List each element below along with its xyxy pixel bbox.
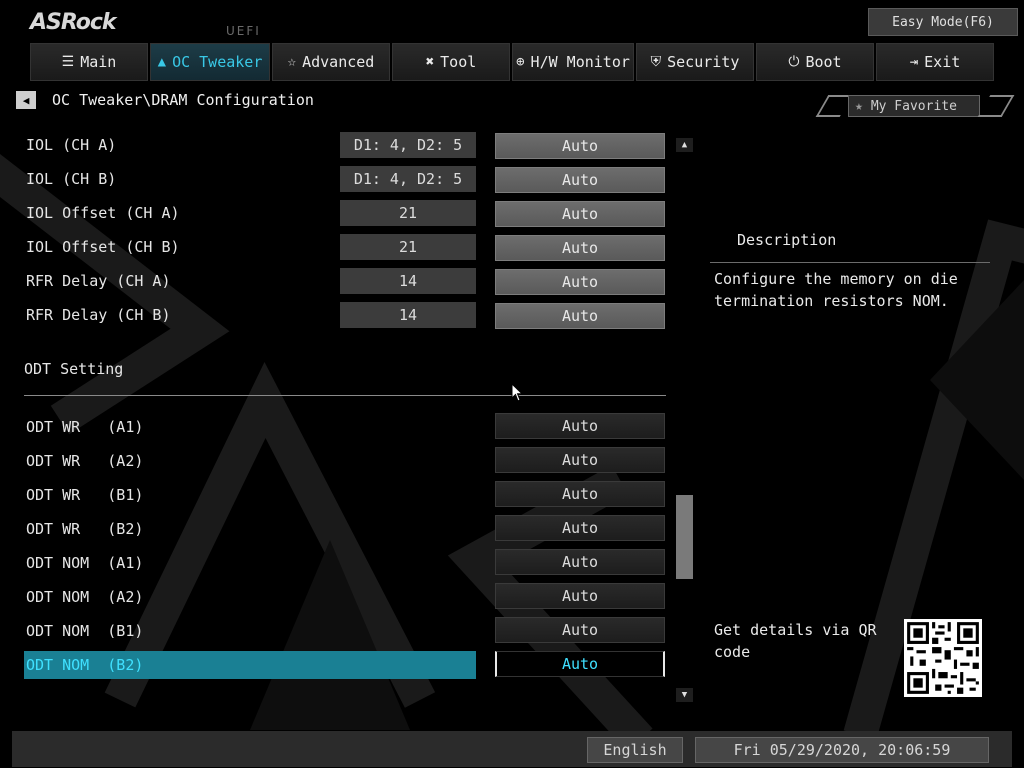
- setting-row-odt-wr-b2[interactable]: ODT WR (B2): [24, 515, 476, 543]
- tab-advanced[interactable]: ☆ Advanced: [272, 43, 390, 81]
- setting-label: IOL (CH A): [26, 136, 117, 154]
- description-text: Configure the memory on die termination …: [714, 270, 958, 310]
- favorite-label: My Favorite: [870, 98, 957, 114]
- tab-exit-label: Exit: [924, 53, 961, 71]
- breadcrumb-path: OC Tweaker\DRAM Configuration: [52, 91, 314, 109]
- setting-label: ODT NOM (B2): [26, 656, 144, 674]
- qr-caption: Get details via QR code: [714, 621, 877, 661]
- description-divider: [710, 262, 990, 263]
- tools-icon: ✖: [425, 54, 435, 70]
- setting-row-odt-nom-a1[interactable]: ODT NOM (A1): [24, 549, 476, 577]
- back-arrow-icon: ◀: [22, 93, 30, 107]
- value-selector[interactable]: Auto: [495, 617, 665, 643]
- setting-row-odt-nom-b2[interactable]: ODT NOM (B2): [24, 651, 476, 679]
- favorite-box: ★ My Favorite: [848, 95, 980, 117]
- setting-label: ODT WR (B1): [26, 486, 144, 504]
- setting-row-odt-nom-b1[interactable]: ODT NOM (B1): [24, 617, 476, 645]
- tab-security[interactable]: ⛨ Security: [636, 43, 754, 81]
- setting-label: ODT WR (A2): [26, 452, 144, 470]
- value-selector[interactable]: Auto: [495, 583, 665, 609]
- setting-label: ODT WR (B2): [26, 520, 144, 538]
- scroll-down-button[interactable]: ▼: [676, 688, 693, 702]
- triangle-up-icon: ▲: [681, 140, 688, 150]
- section-title-odt-setting: ODT Setting: [24, 360, 124, 378]
- tab-hw-monitor[interactable]: ⊕ H/W Monitor: [512, 43, 634, 81]
- setting-label: ODT WR (A1): [26, 418, 144, 436]
- triangle-down-icon: ▼: [681, 690, 688, 700]
- monitor-icon: ⊕: [516, 54, 525, 70]
- scrollbar-thumb[interactable]: [676, 495, 693, 579]
- uefi-label: UEFI: [226, 24, 261, 38]
- star-arrow-icon: ☆: [287, 54, 297, 70]
- current-value: 14: [340, 268, 476, 294]
- language-selector[interactable]: English: [587, 737, 683, 763]
- settings-scrollbar[interactable]: ▲ ▼: [676, 138, 694, 702]
- mouse-cursor-icon: [511, 383, 523, 402]
- favorite-right-frame: [977, 95, 1015, 117]
- star-icon: ★: [855, 98, 863, 114]
- value-selector-selected[interactable]: Auto: [495, 651, 665, 677]
- tab-oc-tweaker[interactable]: ▲ OC Tweaker: [150, 43, 270, 81]
- tab-advanced-label: Advanced: [302, 53, 375, 71]
- exit-icon: ⇥: [909, 54, 919, 70]
- value-selector[interactable]: Auto: [495, 515, 665, 541]
- setting-label: RFR Delay (CH A): [26, 272, 171, 290]
- tab-boot-label: Boot: [805, 53, 842, 71]
- value-selector[interactable]: Auto: [495, 303, 665, 329]
- easy-mode-button[interactable]: Easy Mode(F6): [868, 8, 1018, 36]
- setting-label: ODT NOM (A1): [26, 554, 144, 572]
- setting-label: IOL (CH B): [26, 170, 117, 188]
- setting-label: ODT NOM (B1): [26, 622, 144, 640]
- setting-label: IOL Offset (CH A): [26, 204, 180, 222]
- setting-row-odt-wr-a2[interactable]: ODT WR (A2): [24, 447, 476, 475]
- value-selector[interactable]: Auto: [495, 269, 665, 295]
- setting-row-odt-wr-b1[interactable]: ODT WR (B1): [24, 481, 476, 509]
- tab-exit[interactable]: ⇥ Exit: [876, 43, 994, 81]
- setting-label: ODT NOM (A2): [26, 588, 144, 606]
- value-selector[interactable]: Auto: [495, 481, 665, 507]
- tab-hw-monitor-label: H/W Monitor: [530, 53, 630, 71]
- setting-row-odt-nom-a2[interactable]: ODT NOM (A2): [24, 583, 476, 611]
- my-favorite-button[interactable]: ★ My Favorite: [815, 91, 1015, 125]
- current-value: 14: [340, 302, 476, 328]
- current-value: D1: 4, D2: 5: [340, 166, 476, 192]
- setting-row-odt-wr-a1[interactable]: ODT WR (A1): [24, 413, 476, 441]
- value-selector[interactable]: Auto: [495, 549, 665, 575]
- value-selector[interactable]: Auto: [495, 413, 665, 439]
- setting-label: RFR Delay (CH B): [26, 306, 171, 324]
- setting-label: IOL Offset (CH B): [26, 238, 180, 256]
- asrock-logo: ASRock: [30, 10, 117, 35]
- section-divider: [24, 395, 666, 396]
- tab-main-label: Main: [80, 53, 117, 71]
- value-selector[interactable]: Auto: [495, 201, 665, 227]
- shield-icon: ⛨: [650, 54, 662, 70]
- breadcrumb: ◀ OC Tweaker\DRAM Configuration: [16, 91, 314, 109]
- scroll-up-button[interactable]: ▲: [676, 138, 693, 152]
- qr-code-image: [904, 619, 982, 697]
- main-tab-bar: ☰ Main ▲ OC Tweaker ☆ Advanced ✖ Tool ⊕ …: [30, 43, 994, 81]
- value-selector[interactable]: Auto: [495, 447, 665, 473]
- datetime-display: Fri 05/29/2020, 20:06:59: [695, 737, 989, 763]
- back-button[interactable]: ◀: [16, 91, 36, 109]
- tab-tool-label: Tool: [440, 53, 477, 71]
- list-icon: ☰: [61, 54, 75, 70]
- tab-security-label: Security: [667, 53, 740, 71]
- tab-tool[interactable]: ✖ Tool: [392, 43, 510, 81]
- description-title: Description: [737, 231, 837, 249]
- current-value: 21: [340, 234, 476, 260]
- tab-boot[interactable]: ⏻ Boot: [756, 43, 874, 81]
- value-selector[interactable]: Auto: [495, 167, 665, 193]
- value-selector[interactable]: Auto: [495, 133, 665, 159]
- favorite-left-frame: [815, 95, 853, 117]
- rocket-icon: ▲: [157, 54, 167, 70]
- current-value: D1: 4, D2: 5: [340, 132, 476, 158]
- current-value: 21: [340, 200, 476, 226]
- tab-main[interactable]: ☰ Main: [30, 43, 148, 81]
- power-icon: ⏻: [788, 54, 800, 70]
- tab-oc-tweaker-label: OC Tweaker: [172, 53, 263, 71]
- value-selector[interactable]: Auto: [495, 235, 665, 261]
